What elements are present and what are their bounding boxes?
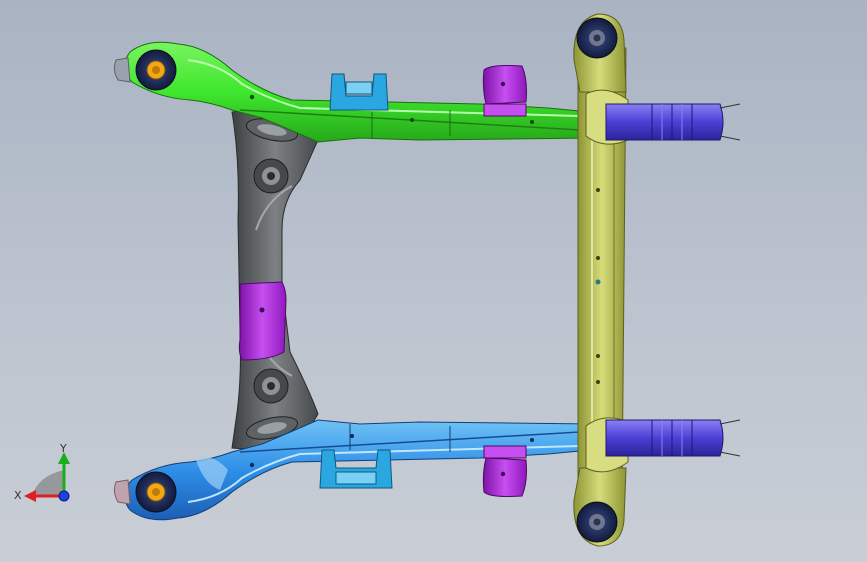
upper-tab xyxy=(113,57,131,83)
bushing-top-right[interactable] xyxy=(576,17,618,59)
coordinate-triad: Y X xyxy=(14,442,70,502)
lower-tab xyxy=(113,479,131,505)
center-bracket[interactable] xyxy=(238,281,287,361)
upper-rail-bracket[interactable] xyxy=(482,65,527,117)
bushing-top-left[interactable] xyxy=(135,49,177,91)
rear-crossmember[interactable] xyxy=(231,110,319,450)
upper-tube-extension[interactable] xyxy=(605,103,741,141)
lower-tube-extension[interactable] xyxy=(605,419,741,457)
x-axis-label: X xyxy=(14,489,22,502)
cad-viewport[interactable]: Y X xyxy=(0,0,867,562)
triad-plane xyxy=(32,470,64,496)
bushing-bottom-left[interactable] xyxy=(135,471,177,513)
upper-mount-clip[interactable] xyxy=(329,73,389,111)
front-crossmember[interactable] xyxy=(573,13,629,547)
x-axis-arrow xyxy=(24,490,36,502)
z-axis-dot xyxy=(58,490,70,502)
y-axis-label: Y xyxy=(59,442,67,455)
bushing-bottom-right[interactable] xyxy=(576,501,618,543)
lower-rail-bracket[interactable] xyxy=(482,445,527,497)
subframe-model[interactable]: Y X xyxy=(0,0,867,562)
